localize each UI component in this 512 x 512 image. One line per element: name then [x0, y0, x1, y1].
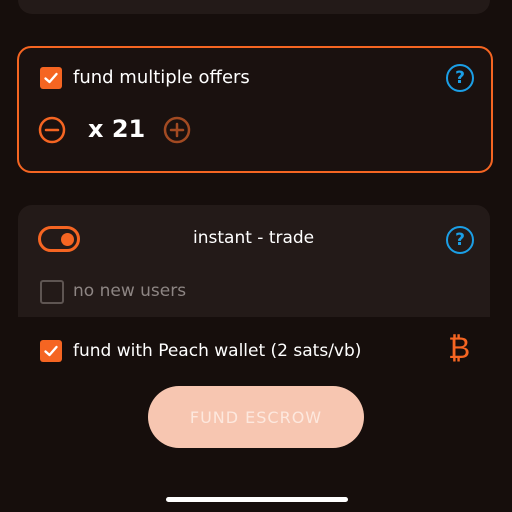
- no-new-users-label: no new users: [73, 281, 187, 301]
- instant-trade-help-icon[interactable]: ?: [446, 226, 474, 254]
- fund-multiple-offers-label: fund multiple offers: [73, 67, 250, 88]
- help-icon-glyph: ?: [455, 229, 465, 250]
- fund-with-peach-wallet-checkbox[interactable]: [40, 340, 62, 362]
- multiple-offers-help-icon[interactable]: ?: [446, 64, 474, 92]
- no-new-users-checkbox[interactable]: [40, 280, 64, 304]
- fund-multiple-offers-checkbox[interactable]: [40, 67, 62, 89]
- instant-trade-toggle[interactable]: [38, 226, 80, 252]
- increase-offers-button[interactable]: [163, 116, 191, 148]
- checkmark-icon: [44, 345, 58, 357]
- home-indicator[interactable]: [166, 497, 348, 502]
- bitcoin-icon: ₿: [448, 331, 471, 366]
- plus-circle-icon: [163, 116, 191, 144]
- instant-trade-label: instant - trade: [193, 228, 315, 248]
- fund-multiple-offers-card: [17, 46, 493, 173]
- minus-circle-icon: [38, 116, 66, 144]
- toggle-knob: [61, 232, 74, 246]
- decrease-offers-button[interactable]: [38, 116, 66, 148]
- offer-count: x 21: [88, 115, 146, 143]
- checkmark-icon: [44, 72, 58, 84]
- fund-with-peach-wallet-label: fund with Peach wallet (2 sats/vb): [73, 341, 362, 361]
- fund-escrow-button[interactable]: FUND ESCROW: [148, 386, 364, 448]
- previous-card: [18, 0, 490, 14]
- help-icon-glyph: ?: [455, 67, 465, 88]
